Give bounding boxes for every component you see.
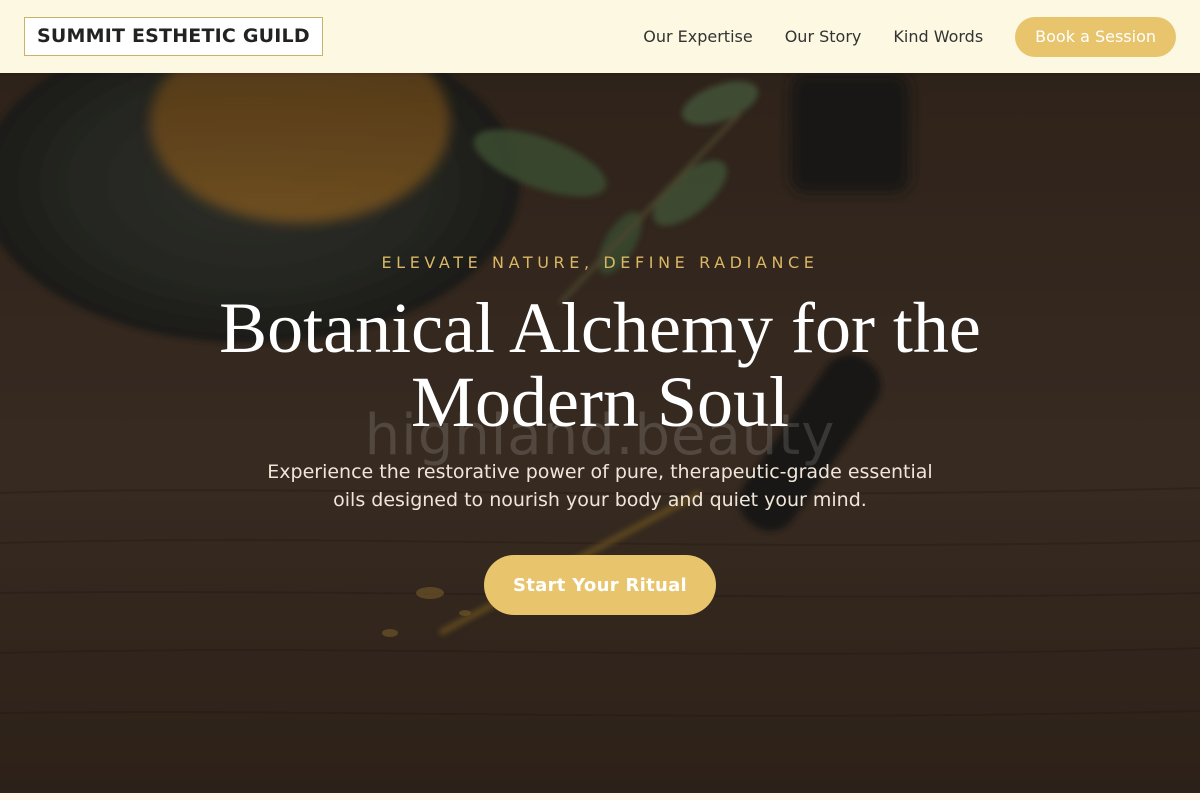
site-header: SUMMIT ESTHETIC GUILD Our Expertise Our …: [0, 0, 1200, 73]
hero-section: ELEVATE NATURE, DEFINE RADIANCE Botanica…: [0, 73, 1200, 793]
hero-eyebrow: ELEVATE NATURE, DEFINE RADIANCE: [381, 253, 819, 272]
main-nav: Our Expertise Our Story Kind Words Book …: [611, 16, 1176, 57]
page-bottom-strip: [0, 793, 1200, 800]
hero-content: ELEVATE NATURE, DEFINE RADIANCE Botanica…: [0, 73, 1200, 793]
brand-logo[interactable]: SUMMIT ESTHETIC GUILD: [24, 17, 323, 56]
start-ritual-button[interactable]: Start Your Ritual: [484, 555, 716, 615]
nav-link-our-expertise[interactable]: Our Expertise: [643, 27, 752, 46]
book-session-button[interactable]: Book a Session: [1015, 16, 1176, 57]
nav-link-kind-words[interactable]: Kind Words: [893, 27, 983, 46]
hero-subtext: Experience the restorative power of pure…: [267, 461, 933, 511]
nav-link-our-story[interactable]: Our Story: [785, 27, 862, 46]
